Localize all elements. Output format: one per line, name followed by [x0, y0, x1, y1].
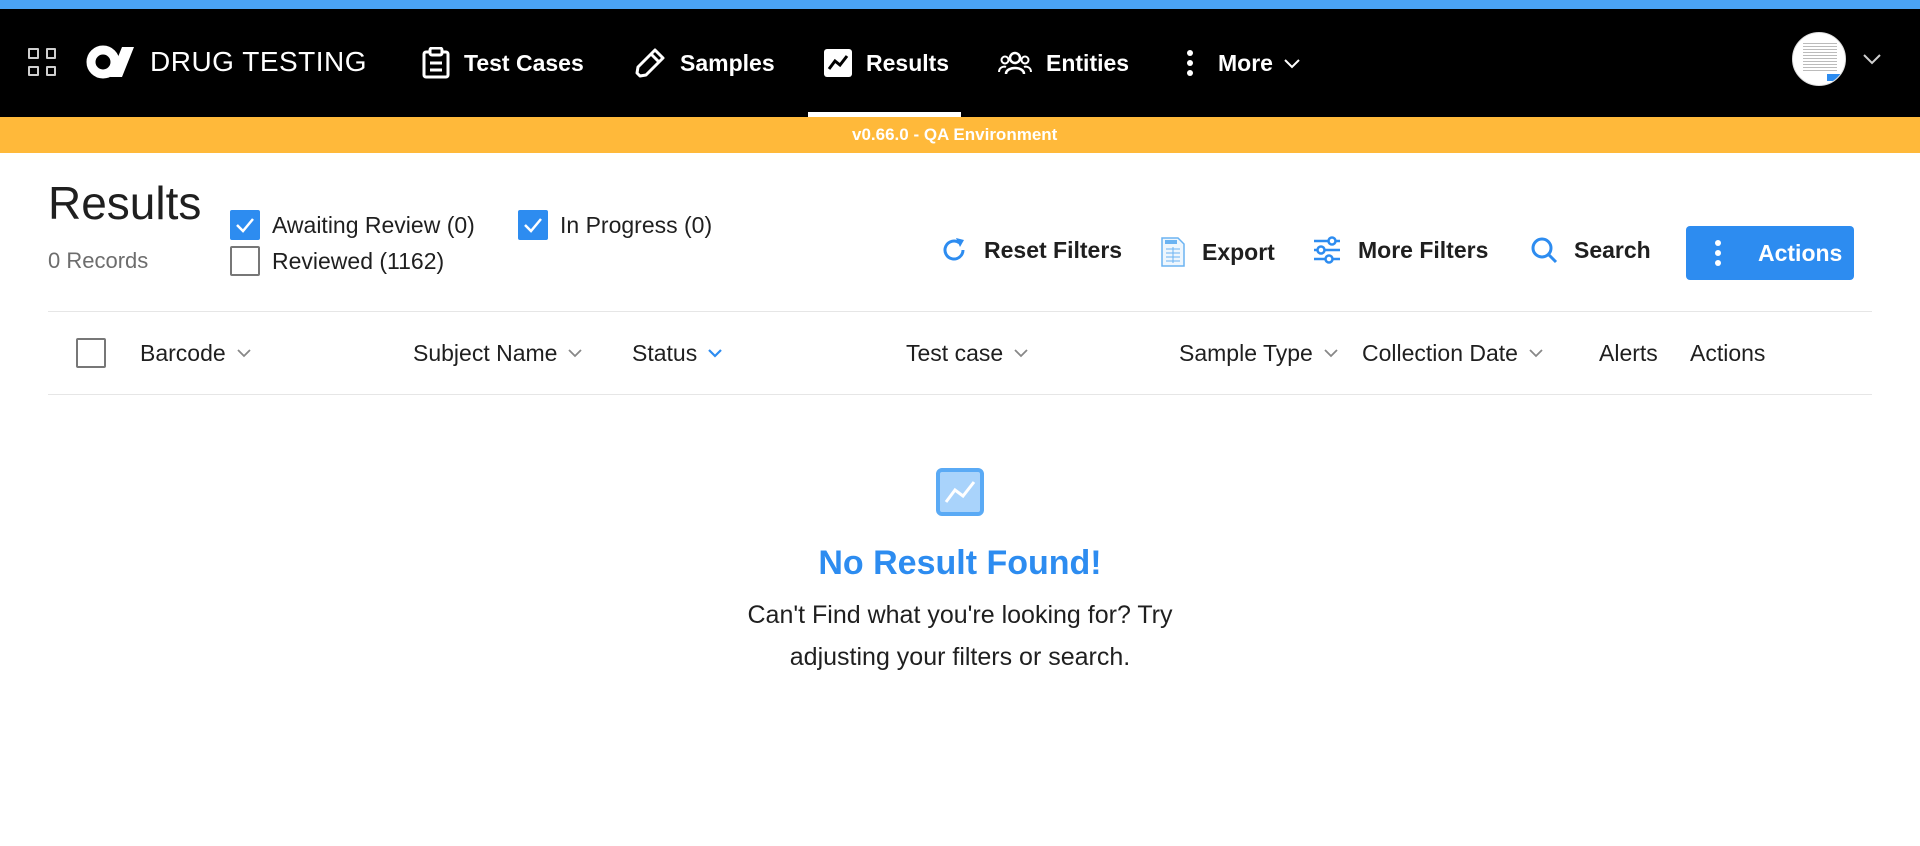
chevron-down-icon	[1014, 349, 1028, 358]
nav-label: Samples	[680, 49, 775, 76]
search-label: Search	[1574, 236, 1651, 263]
column-header-barcode[interactable]: Barcode	[140, 312, 252, 394]
more-filters-button[interactable]: More Filters	[1312, 236, 1488, 264]
search-icon	[1531, 237, 1558, 264]
nav-label: More	[1218, 49, 1273, 76]
actions-button[interactable]: Actions	[1686, 226, 1854, 280]
chart-icon	[824, 49, 852, 77]
company-logo-icon	[86, 45, 134, 79]
filter-reviewed[interactable]: Reviewed (1162)	[230, 246, 444, 276]
empty-state-message: Can't Find what you're looking for? Try …	[747, 601, 1173, 671]
users-icon	[998, 51, 1032, 75]
chevron-down-icon	[237, 349, 251, 358]
column-header-actions: Actions	[1690, 312, 1765, 394]
actions-label: Actions	[1758, 239, 1843, 266]
app-grid-icon[interactable]	[28, 48, 56, 76]
user-avatar[interactable]	[1792, 32, 1846, 86]
checkmark-icon	[524, 218, 542, 233]
select-all-checkbox[interactable]	[76, 338, 106, 368]
filter-label: In Progress (0)	[560, 211, 713, 238]
column-header-collection-date[interactable]: Collection Date	[1362, 312, 1544, 394]
brand-logo[interactable]: DRUG TESTING	[86, 45, 367, 79]
filter-in-progress[interactable]: In Progress (0)	[518, 210, 712, 240]
filter-awaiting-review[interactable]: Awaiting Review (0)	[230, 210, 475, 240]
more-filters-label: More Filters	[1358, 236, 1489, 263]
environment-label: v0.66.0 - QA Environment	[852, 125, 1058, 144]
export-label: Export	[1202, 238, 1275, 265]
column-label: Test case	[906, 339, 1004, 366]
column-header-sample-type[interactable]: Sample Type	[1179, 312, 1339, 394]
vertical-dots-icon	[1715, 240, 1721, 266]
nav-label: Test Cases	[464, 49, 584, 76]
nav-item-test-cases[interactable]: Test Cases	[422, 9, 584, 117]
table-header: Barcode Subject Name Status Test case Sa…	[48, 311, 1872, 395]
checkbox-checked[interactable]	[518, 210, 548, 240]
top-accent-bar	[0, 0, 1920, 9]
reset-filters-button[interactable]: Reset Filters	[940, 236, 1122, 264]
pipette-icon	[635, 48, 665, 78]
vertical-dots-icon	[1187, 50, 1193, 76]
chart-icon	[936, 468, 984, 516]
clipboard-icon	[422, 47, 450, 79]
checkmark-icon	[236, 218, 254, 233]
top-navbar: DRUG TESTING Test Cases Samples Results	[0, 9, 1920, 117]
environment-banner: v0.66.0 - QA Environment	[0, 117, 1920, 153]
nav-item-entities[interactable]: Entities	[998, 9, 1129, 117]
export-button[interactable]: Export	[1160, 236, 1275, 268]
chevron-down-icon	[568, 349, 583, 358]
column-label: Sample Type	[1179, 339, 1313, 366]
column-header-alerts: Alerts	[1599, 312, 1658, 394]
excel-sheet-icon	[1161, 237, 1185, 267]
brand-name: DRUG TESTING	[150, 46, 368, 77]
nav-item-more[interactable]: More	[1186, 9, 1315, 117]
nav-label: Entities	[1046, 49, 1130, 76]
search-button[interactable]: Search	[1530, 236, 1651, 264]
record-count: 0 Records	[48, 248, 149, 273]
chevron-down-icon	[708, 349, 722, 358]
sliders-icon	[1314, 236, 1340, 264]
column-label: Alerts	[1599, 339, 1658, 366]
checkbox-checked[interactable]	[230, 210, 260, 240]
nav-item-samples[interactable]: Samples	[634, 9, 775, 117]
column-label: Actions	[1690, 339, 1766, 366]
reset-filters-label: Reset Filters	[984, 236, 1123, 263]
empty-state-title: No Result Found!	[818, 544, 1102, 582]
filter-label: Awaiting Review (0)	[272, 211, 475, 238]
chevron-down-icon	[1284, 59, 1300, 69]
nav-item-results[interactable]: Results	[807, 9, 962, 117]
column-label: Status	[632, 339, 698, 366]
chevron-down-icon	[1529, 349, 1543, 358]
column-header-subject-name[interactable]: Subject Name	[413, 312, 583, 394]
checkbox-unchecked[interactable]	[230, 246, 260, 276]
column-label: Barcode	[140, 339, 226, 366]
refresh-icon	[943, 238, 965, 261]
column-header-status[interactable]: Status	[632, 312, 723, 394]
chevron-down-icon[interactable]	[1862, 52, 1882, 66]
chevron-down-icon	[1324, 349, 1338, 358]
column-label: Subject Name	[413, 339, 558, 366]
column-label: Collection Date	[1362, 339, 1518, 366]
nav-label: Results	[866, 49, 950, 76]
filter-label: Reviewed (1162)	[272, 247, 445, 274]
page-title: Results	[48, 177, 202, 229]
column-header-test-case[interactable]: Test case	[906, 312, 1029, 394]
